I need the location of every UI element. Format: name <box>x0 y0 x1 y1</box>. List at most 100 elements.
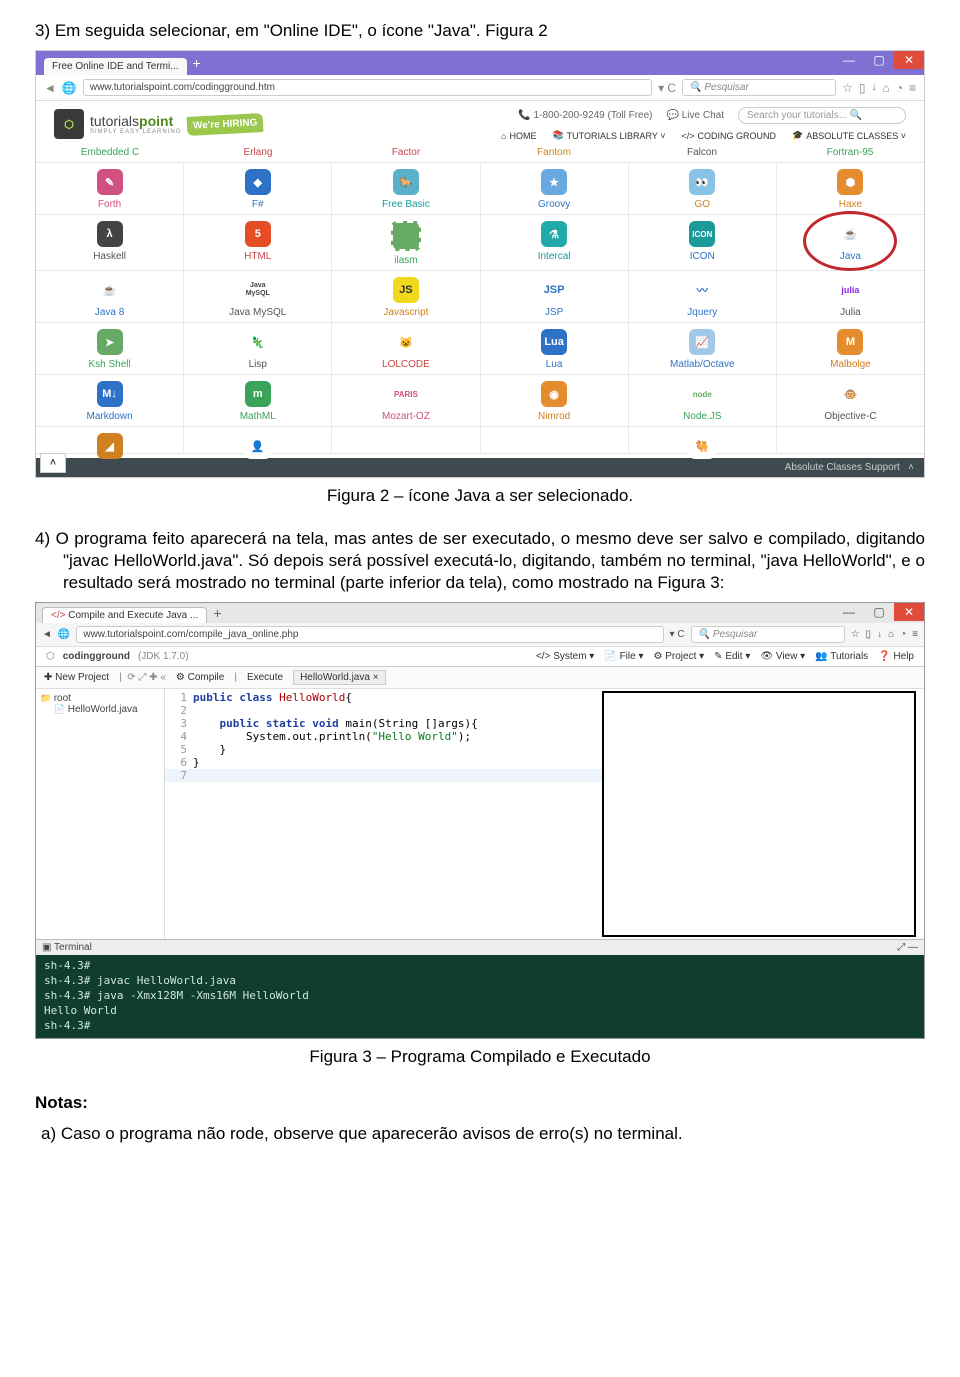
cat-partial-2[interactable]: 👤 <box>184 427 332 453</box>
cat-mathml[interactable]: mMathML <box>184 375 332 426</box>
header-right: 📞 1-800-200-9249 (Toll Free) 💬 Live Chat… <box>501 107 906 141</box>
cat-embedded-c[interactable]: Embedded C <box>36 143 184 162</box>
menu-project[interactable]: ⚙ Project ▾ <box>653 651 704 662</box>
cat-haskell[interactable]: λHaskell <box>36 215 184 270</box>
f3-close-button[interactable]: ✕ <box>894 603 924 621</box>
f3-browser-tab[interactable]: </> Compile and Execute Java ... <box>42 607 207 623</box>
cat-haxe[interactable]: ⬢Haxe <box>777 163 924 214</box>
cat-fortran-95[interactable]: Fortran-95 <box>776 143 924 162</box>
terminal-expand-icon[interactable]: ⤢ — <box>897 942 918 953</box>
terminal-label[interactable]: ▣ Terminal <box>42 942 92 953</box>
cat-partial-6[interactable] <box>777 427 924 453</box>
menu-system[interactable]: </> System ▾ <box>536 651 594 662</box>
pocket-icon[interactable]: ◔ <box>896 81 903 95</box>
browser-tab[interactable]: Free Online IDE and Termi... <box>44 58 187 75</box>
menu-tutorials[interactable]: 👥 Tutorials <box>815 651 868 662</box>
cat-java8[interactable]: ☕Java 8 <box>36 271 184 322</box>
nav-home[interactable]: ⌂ HOME <box>501 130 536 141</box>
cat-julia[interactable]: juliaJulia <box>777 271 924 322</box>
cat-icon[interactable]: ICONICON <box>629 215 777 270</box>
cat-factor[interactable]: Factor <box>332 143 480 162</box>
f3-new-tab[interactable]: + <box>213 605 221 621</box>
refresh-icon[interactable]: ▾ C <box>658 81 676 95</box>
compile-button[interactable]: ⚙ Compile <box>176 672 224 683</box>
cat-intercal[interactable]: ⚗Intercal <box>481 215 629 270</box>
menu-view[interactable]: 👁 View ▾ <box>760 651 805 662</box>
f3-minimize-button[interactable]: — <box>834 603 864 621</box>
f3-browser-search[interactable]: 🔍 Pesquisar <box>691 626 845 643</box>
tree-root-folder[interactable]: root <box>40 693 160 704</box>
f3-refresh-icon[interactable]: ▾ C <box>670 629 685 640</box>
cat-matlab[interactable]: 📈Matlab/Octave <box>629 323 777 374</box>
menu-help[interactable]: ❓ Help <box>878 651 914 662</box>
url-field[interactable]: www.tutorialspoint.com/codingground.htm <box>83 79 652 96</box>
cat-java-mysql[interactable]: JavaMySQLJava MySQL <box>184 271 332 322</box>
cat-javascript[interactable]: JSJavascript <box>332 271 480 322</box>
nav-coding-ground[interactable]: </> CODING GROUND <box>681 130 776 141</box>
scroll-top-button[interactable]: ˄ <box>40 453 66 473</box>
reader-icon[interactable]: ▯ <box>859 81 866 95</box>
minimize-button[interactable]: — <box>834 51 864 69</box>
live-chat-link[interactable]: 💬 Live Chat <box>667 110 724 121</box>
f3-home-icon[interactable]: ⌂ <box>888 629 894 640</box>
nav-absolute-classes[interactable]: 🎓 ABSOLUTE CLASSES ˅ <box>792 130 906 141</box>
cat-jquery[interactable]: 〰Jquery <box>629 271 777 322</box>
cat-lisp[interactable]: 🦎Lisp <box>184 323 332 374</box>
tree-hello-file[interactable]: HelloWorld.java <box>40 704 160 715</box>
cat-partial-3[interactable] <box>332 427 480 453</box>
f3-url-field[interactable]: www.tutorialspoint.com/compile_java_onli… <box>76 626 663 643</box>
menu-icon[interactable]: ≡ <box>909 81 916 95</box>
cat-fantom[interactable]: Fantom <box>480 143 628 162</box>
cat-partial-4[interactable] <box>481 427 629 453</box>
cat-forth[interactable]: ✎Forth <box>36 163 184 214</box>
back-icon[interactable]: ◄ <box>44 81 56 95</box>
f3-pocket-icon[interactable]: ◔ <box>900 629 906 640</box>
cat-jsp[interactable]: JSPJSP <box>481 271 629 322</box>
cat-lolcode[interactable]: 😺LOLCODE <box>332 323 480 374</box>
logo-icon: ⬡ <box>54 109 84 139</box>
cat-falcon[interactable]: Falcon <box>628 143 776 162</box>
cat-partial-5[interactable]: 🐫 <box>629 427 777 453</box>
cat-partial-1[interactable]: ◢ <box>36 427 184 453</box>
search-tutorials[interactable]: Search your tutorials... 🔍 <box>738 107 906 124</box>
new-tab-button[interactable]: + <box>193 55 201 71</box>
cat-go[interactable]: 👀GO <box>629 163 777 214</box>
f3-back-icon[interactable]: ◄ <box>42 629 52 640</box>
cat-java[interactable]: ☕Java <box>777 215 924 270</box>
nav-tutorials-library[interactable]: 📚 TUTORIALS LIBRARY ˅ <box>552 130 665 141</box>
bookmark-icon[interactable]: ☆ <box>842 81 853 95</box>
close-button[interactable]: ✕ <box>894 51 924 69</box>
browser-search[interactable]: 🔍 Pesquisar <box>682 79 836 96</box>
cat-free-basic[interactable]: 🐎Free Basic <box>332 163 480 214</box>
cat-erlang[interactable]: Erlang <box>184 143 332 162</box>
terminal-output[interactable]: sh-4.3# sh-4.3# javac HelloWorld.java sh… <box>36 955 924 1037</box>
execute-button[interactable]: Execute <box>247 672 283 683</box>
cat-malbolge[interactable]: MMalbolge <box>777 323 924 374</box>
cat-lua[interactable]: LuaLua <box>481 323 629 374</box>
home-icon[interactable]: ⌂ <box>882 81 889 95</box>
f3-menu-icon[interactable]: ≡ <box>912 629 918 640</box>
f3-bookmark-icon[interactable]: ☆ <box>851 629 860 640</box>
maximize-button[interactable]: ▢ <box>864 51 894 69</box>
cat-fsharp[interactable]: ◆F# <box>184 163 332 214</box>
cat-ilasm[interactable]: ilasm <box>332 215 480 270</box>
cat-html[interactable]: 5HTML <box>184 215 332 270</box>
cat-markdown[interactable]: M↓Markdown <box>36 375 184 426</box>
editor-file-tab[interactable]: HelloWorld.java × <box>293 670 385 685</box>
menu-file[interactable]: 📄 File ▾ <box>604 651 643 662</box>
f3-maximize-button[interactable]: ▢ <box>864 603 894 621</box>
cat-mozart[interactable]: PARISMozart-OZ <box>332 375 480 426</box>
f3-download-icon[interactable]: ↓ <box>877 629 882 640</box>
code-editor[interactable]: 1public class HelloWorld{ 2 3 public sta… <box>165 689 602 939</box>
download-icon[interactable]: ↓ <box>871 82 876 93</box>
cat-groovy[interactable]: ★Groovy <box>481 163 629 214</box>
f3-reader-icon[interactable]: ▯ <box>866 629 872 640</box>
cat-nimrod[interactable]: ◉Nimrod <box>481 375 629 426</box>
support-label[interactable]: Absolute Classes Support ˄ <box>785 462 914 473</box>
menu-edit[interactable]: ✎ Edit ▾ <box>714 651 750 662</box>
cat-nodejs[interactable]: nodeNode.JS <box>629 375 777 426</box>
cat-ksh[interactable]: ➤Ksh Shell <box>36 323 184 374</box>
hiring-badge[interactable]: We're HIRING <box>187 113 264 136</box>
cat-objc[interactable]: 🐵Objective-C <box>777 375 924 426</box>
new-project-button[interactable]: ✚ New Project <box>44 672 109 683</box>
